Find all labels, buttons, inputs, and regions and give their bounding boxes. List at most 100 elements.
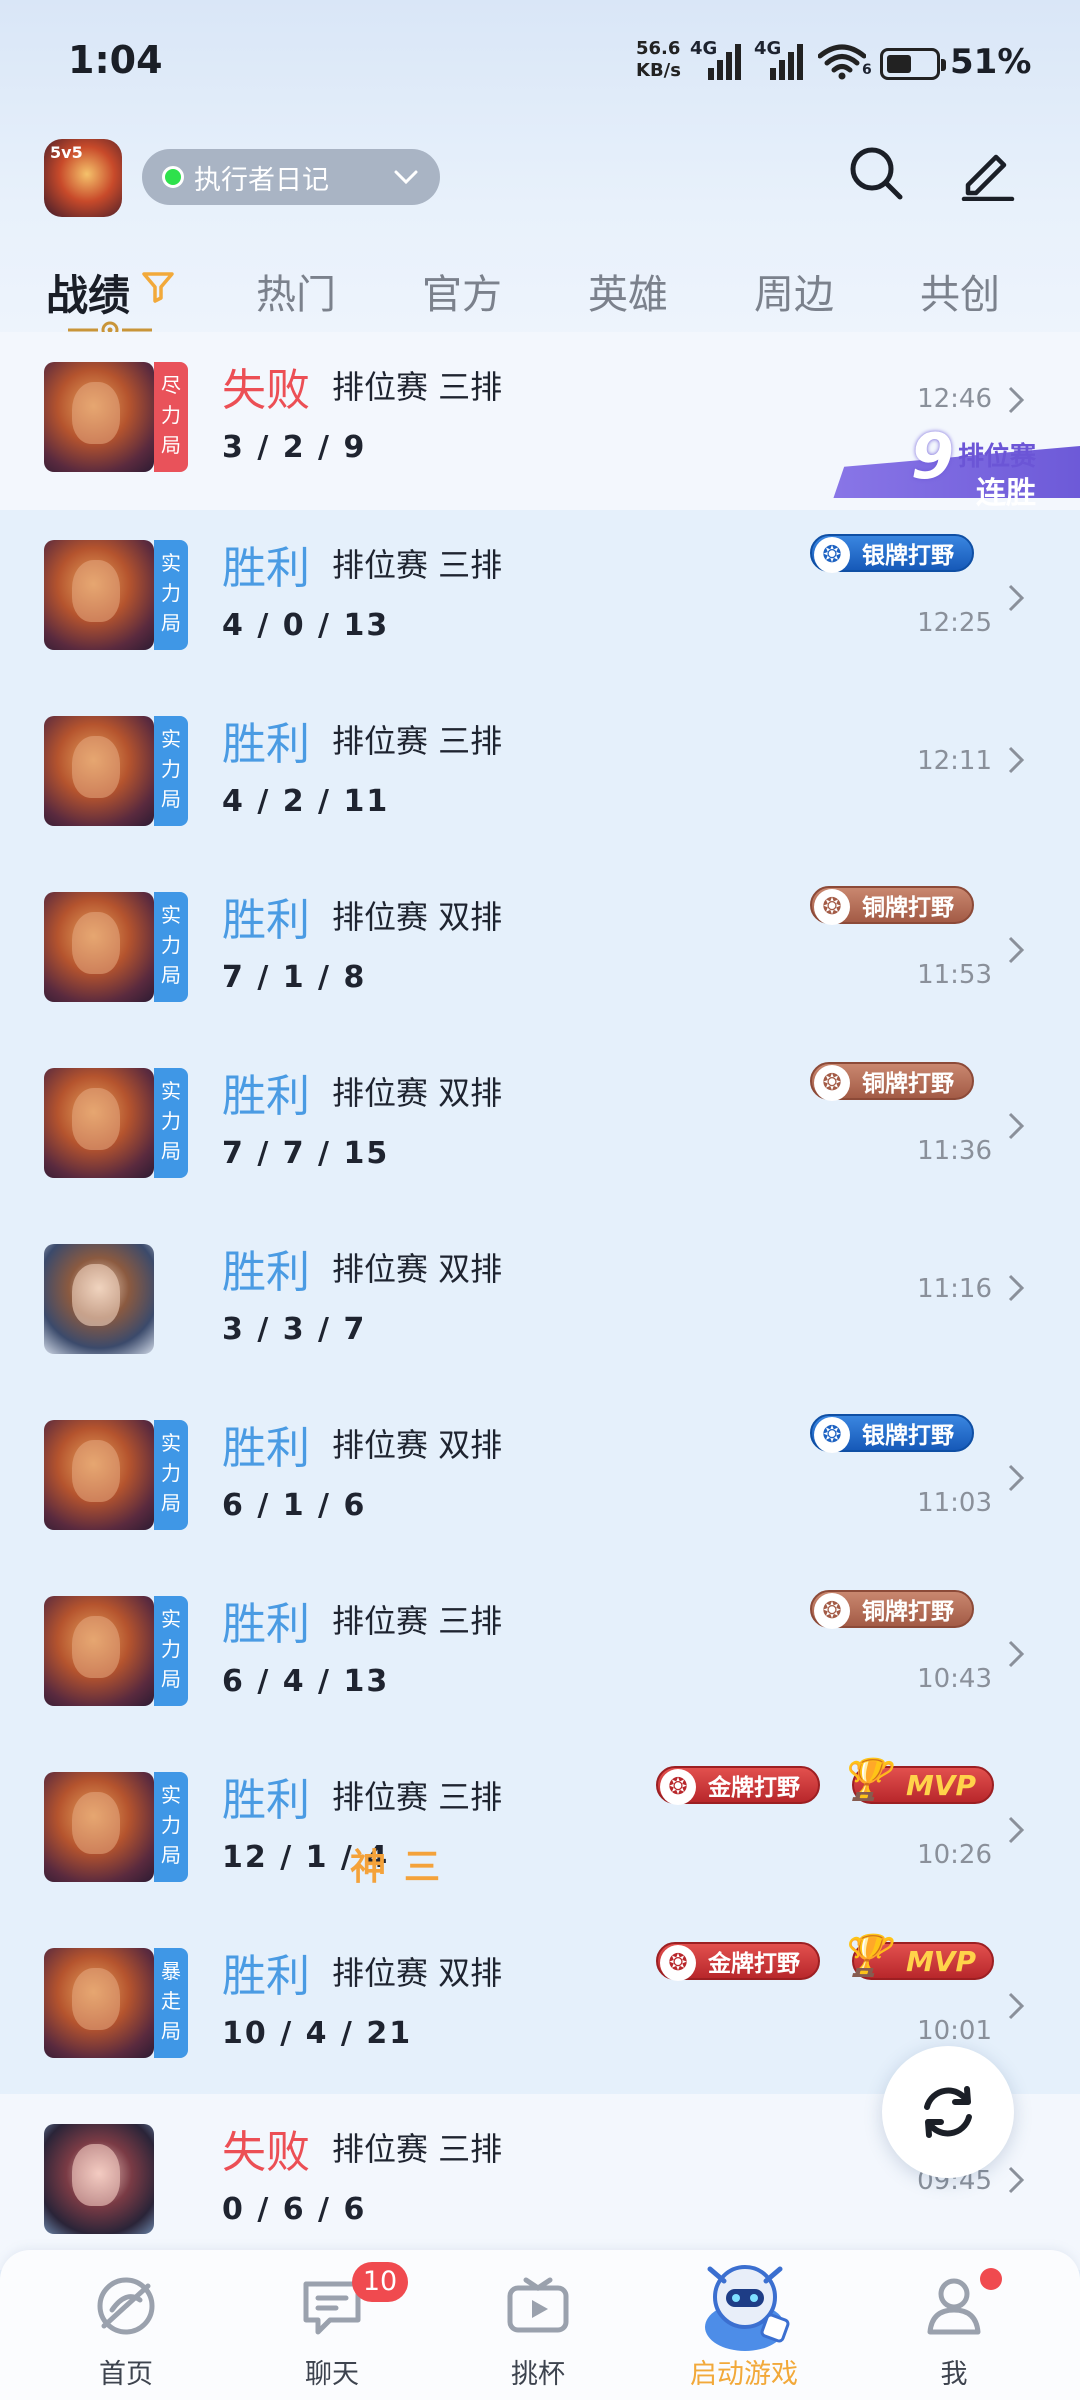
jungle-badge: ❂ 银牌打野 [810,534,974,573]
streak-number: 9 [910,420,954,493]
match-time: 11:03 [917,1488,992,1518]
hero-avatar [44,1948,154,2058]
kda: 3 / 3 / 7 [222,1312,367,1347]
chevron-right-icon [1008,584,1025,612]
status-bar: 1:04 56.6 KB/s 4G 4G 6 51% [0,0,1080,130]
nav-launch-game-label: 启动游戏 [690,2359,798,2390]
signal-icon-2 [770,44,803,80]
match-row[interactable]: 实力局 胜利 排位赛 三排 6 / 4 / 13 ❂ 铜牌打野 10:43 [0,1566,1080,1742]
nav-home[interactable]: 首页 [46,2250,206,2400]
match-result: 失败 [222,2127,310,2178]
match-result: 胜利 [222,719,310,770]
tab-merch[interactable]: 周边 [754,262,834,320]
match-row[interactable]: 实力局 胜利 排位赛 三排 12 / 1 / 4 神 三 ❂ 金牌打野 🏆 MVP … [0,1742,1080,1918]
kda: 7 / 7 / 15 [222,1136,390,1171]
match-row[interactable]: 实力局 胜利 排位赛 三排 4 / 2 / 11 12:11 [0,686,1080,862]
hero-avatar [44,1244,154,1354]
mvp-badge: 🏆 MVP [840,1933,994,1980]
kda: 6 / 4 / 13 [222,1664,390,1699]
mode-tag: 实力局 [154,892,188,1002]
match-row[interactable]: 实力局 胜利 排位赛 双排 7 / 1 / 8 ❂ 铜牌打野 11:53 [0,862,1080,1038]
hero-avatar [44,362,154,472]
tab-official[interactable]: 官方 [422,262,502,320]
hero-avatar [44,540,154,650]
chevron-right-icon [1008,1992,1025,2020]
match-result: 胜利 [222,895,310,946]
match-row[interactable]: 尽力局 失败 排位赛 三排 3 / 2 / 9 12:46 9 排位赛 连胜 [0,332,1080,511]
diary-selector[interactable]: 执行者日记 [142,149,440,205]
match-type: 排位赛 三排 [332,546,503,584]
chevron-right-icon [1008,936,1025,964]
edit-icon[interactable] [960,145,1016,201]
net-speed-value: 56.6 [636,38,681,59]
refresh-button[interactable] [882,2046,1014,2178]
hero-avatar [44,1772,154,1882]
battery-icon [880,48,946,80]
mode-tag: 实力局 [154,716,188,826]
dragon-icon: ❂ [660,1769,696,1805]
mvp-badge: 🏆 MVP [840,1757,994,1804]
jungle-badge: ❂ 金牌打野 [656,1766,820,1805]
match-row[interactable]: 胜利 排位赛 双排 3 / 3 / 7 11:16 [0,1214,1080,1390]
mode-tag: 实力局 [154,1772,188,1882]
match-row[interactable]: 实力局 胜利 排位赛 双排 6 / 1 / 6 ❂ 银牌打野 11:03 [0,1390,1080,1566]
match-time: 12:46 [917,384,992,414]
home-icon [97,2277,155,2335]
nav-me[interactable]: 我 [874,2250,1034,2400]
app-logo[interactable]: 5v5 [44,139,122,217]
me-notification-dot [980,2268,1002,2290]
match-row[interactable]: 实力局 胜利 排位赛 双排 7 / 7 / 15 ❂ 铜牌打野 11:36 [0,1038,1080,1214]
nav-home-label: 首页 [99,2359,153,2390]
jungle-badge: ❂ 银牌打野 [810,1414,974,1453]
dragon-icon: ❂ [814,537,850,573]
tab-hero[interactable]: 英雄 [588,262,668,320]
jungle-badge: ❂ 铜牌打野 [810,1062,974,1101]
hero-avatar [44,716,154,826]
match-time: 11:36 [917,1136,992,1166]
kda: 0 / 6 / 6 [222,2192,367,2227]
chevron-right-icon [1008,1112,1025,1140]
dragon-icon: ❂ [814,1593,850,1629]
net-speed-unit: KB/s [636,60,681,81]
dragon-icon: ❂ [814,889,850,925]
nav-chat-label: 聊天 [305,2359,359,2390]
search-icon[interactable] [848,145,904,201]
tab-co-create[interactable]: 共创 [920,262,1000,320]
tab-hot[interactable]: 热门 [256,262,336,320]
tab-bar: 战绩 热门 官方 英雄 周边 共创 [0,250,1080,340]
triple-kill-label: 三 [404,1847,441,1888]
hero-avatar [44,2124,154,2234]
hero-avatar [44,1068,154,1178]
mode-tag: 实力局 [154,1596,188,1706]
hero-avatar [44,1420,154,1530]
dragon-icon: ❂ [660,1945,696,1981]
match-type: 排位赛 三排 [332,368,503,406]
match-result: 胜利 [222,1247,310,1298]
match-time: 12:25 [917,608,992,638]
nav-cup[interactable]: 挑杯 [458,2250,618,2400]
tab-record[interactable]: 战绩 [46,262,130,323]
filter-icon[interactable] [140,268,176,304]
match-result: 胜利 [222,1775,310,1826]
match-time: 10:01 [917,2016,992,2046]
chevron-right-icon [1008,1640,1025,1668]
match-result: 胜利 [222,1071,310,1122]
match-type: 排位赛 三排 [332,1778,503,1816]
match-time: 12:11 [917,746,992,776]
nav-cup-label: 挑杯 [511,2359,565,2390]
app-logo-text: 5v5 [50,143,83,162]
dragon-icon: ❂ [814,1417,850,1453]
bottom-nav: 首页 聊天 挑杯 启动游戏 我 [0,2250,1080,2400]
online-dot [162,166,184,188]
mode-tag: 暴走局 [154,1948,188,2058]
chevron-right-icon [1008,386,1025,414]
kda: 4 / 2 / 11 [222,784,390,819]
jungle-badge: ❂ 金牌打野 [656,1942,820,1981]
match-list: 尽力局 失败 排位赛 三排 3 / 2 / 9 12:46 9 排位赛 连胜 实… [0,332,1080,2270]
app-header: 5v5 执行者日记 [0,135,1080,225]
match-result: 胜利 [222,1951,310,2002]
chevron-right-icon [1008,746,1025,774]
wifi-icon [818,44,866,80]
match-row[interactable]: 实力局 胜利 排位赛 三排 4 / 0 / 13 ❂ 银牌打野 12:25 [0,510,1080,686]
match-result: 胜利 [222,543,310,594]
